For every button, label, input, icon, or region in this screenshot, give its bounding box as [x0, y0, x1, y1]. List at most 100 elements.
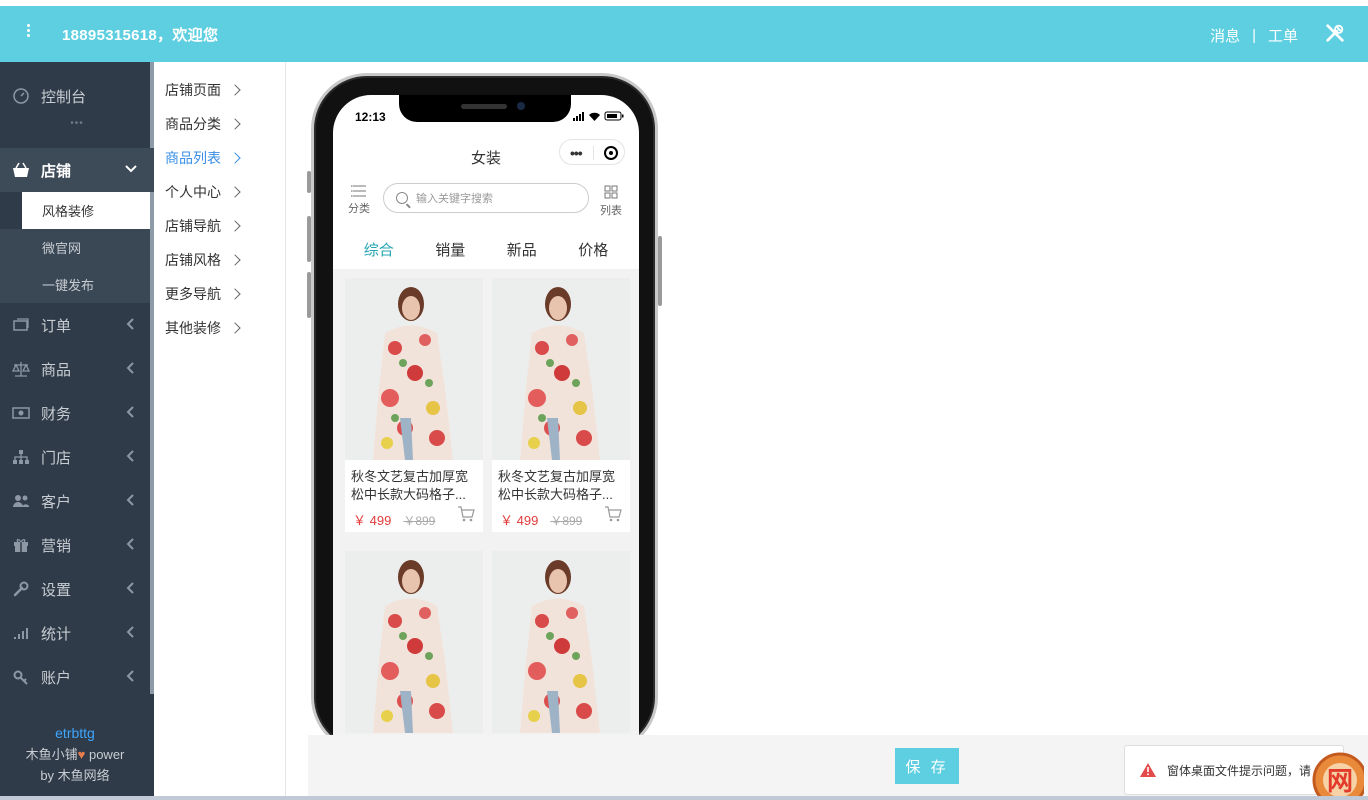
product-image: [345, 551, 483, 733]
subnav-item-profile[interactable]: 个人中心: [154, 175, 285, 209]
search-input[interactable]: 输入关键字搜索: [383, 183, 589, 213]
subnav-item-other[interactable]: 其他装修: [154, 311, 285, 345]
product-old-price: ￥899: [550, 514, 583, 528]
dashboard-icon: [12, 87, 30, 105]
tab-new[interactable]: 新品: [507, 239, 537, 260]
sidebar-item-account[interactable]: 账户: [0, 655, 154, 699]
category-button[interactable]: 分类: [345, 185, 373, 216]
chevron-right-icon: [229, 186, 241, 198]
money-icon: [12, 404, 30, 422]
user-greeting: 18895315618，欢迎您: [62, 27, 219, 44]
mini-program-capsule[interactable]: •••: [559, 139, 625, 165]
phone-speaker: [461, 104, 507, 109]
product-card[interactable]: 秋冬文艺复古加厚宽松中长款大码格子... ￥ 499 ￥899: [345, 278, 483, 532]
chevron-left-icon: [126, 494, 134, 506]
sidebar-item-label: 设置: [41, 581, 72, 599]
decoration-subnav: 店铺页面 商品分类 商品列表 个人中心 店铺导航 店铺风格 更多导航 其他装修: [154, 62, 286, 800]
sidebar-subitem-microsite[interactable]: 微官网: [0, 229, 154, 266]
capsule-divider: [593, 146, 594, 160]
product-image: [492, 278, 630, 460]
phone-screen: 12:13 女装 ••• 分类 输入关键字搜索 列表 综合 销量 新品 价格 秋…: [333, 95, 639, 755]
sidebar-item-settings[interactable]: 设置: [0, 567, 154, 611]
status-time: 12:13: [355, 110, 386, 124]
chevron-down-icon: [125, 165, 137, 173]
sidebar-item-stores[interactable]: 门店: [0, 435, 154, 479]
chevron-right-icon: [229, 84, 241, 96]
subnav-label: 商品列表: [165, 150, 221, 166]
sidebar-item-customers[interactable]: 客户: [0, 479, 154, 523]
list-label: 列表: [600, 205, 622, 217]
product-price: ￥ 499: [500, 513, 539, 528]
product-name: 秋冬文艺复古加厚宽松中长款大码格子...: [498, 469, 616, 502]
subnav-item-store-page[interactable]: 店铺页面: [154, 73, 285, 107]
subnav-label: 店铺导航: [165, 218, 221, 234]
more-dots-icon[interactable]: •••: [570, 145, 583, 161]
tools-icon[interactable]: [1324, 22, 1346, 44]
footer-power-line: 木鱼小铺♥ power: [0, 744, 150, 765]
sidebar-item-store[interactable]: 店铺: [0, 148, 154, 192]
store-icon: [12, 161, 30, 179]
subnav-label: 更多导航: [165, 286, 221, 302]
product-price-row: ￥ 499 ￥899: [345, 504, 483, 532]
subnav-item-product-list[interactable]: 商品列表: [154, 141, 285, 175]
toast-text: 窗体桌面文件提示问题，请: [1167, 763, 1312, 778]
save-button[interactable]: 保 存: [895, 748, 959, 784]
warning-icon: [1140, 763, 1156, 777]
cart-icon[interactable]: [604, 506, 622, 522]
phone-volume-up-button: [307, 216, 311, 262]
order-icon: [12, 316, 30, 334]
sidebar-item-stats[interactable]: 统计: [0, 611, 154, 655]
sidebar-item-label: 门店: [41, 449, 72, 467]
gift-icon: [12, 536, 30, 554]
status-icons: [573, 111, 624, 121]
tab-sales[interactable]: 销量: [435, 239, 465, 260]
sidebar-item-dashboard[interactable]: 控制台: [0, 74, 154, 118]
product-card[interactable]: [492, 551, 630, 733]
subnav-item-category[interactable]: 商品分类: [154, 107, 285, 141]
messages-link[interactable]: 消息: [1210, 25, 1240, 46]
chevron-left-icon: [126, 538, 134, 550]
sidebar-item-finance[interactable]: 财务: [0, 391, 154, 435]
scale-icon: [12, 360, 30, 378]
sidebar-item-marketing[interactable]: 营销: [0, 523, 154, 567]
sidebar-subitem-publish[interactable]: 一键发布: [0, 266, 154, 303]
tickets-link[interactable]: 工单: [1268, 25, 1298, 46]
top-header: 18895315618，欢迎您 消息 | 工单: [0, 6, 1368, 62]
product-old-price: ￥899: [403, 514, 436, 528]
list-view-button[interactable]: 列表: [597, 185, 625, 218]
search-placeholder: 输入关键字搜索: [416, 193, 493, 205]
subnav-item-store-nav[interactable]: 店铺导航: [154, 209, 285, 243]
subnav-item-store-style[interactable]: 店铺风格: [154, 243, 285, 277]
chevron-left-icon: [126, 406, 134, 418]
product-grid: 秋冬文艺复古加厚宽松中长款大码格子... ￥ 499 ￥899 秋冬文艺复古加厚…: [333, 269, 639, 755]
product-price: ￥ 499: [353, 513, 392, 528]
chevron-right-icon: [229, 254, 241, 266]
sidebar-item-label: 统计: [41, 625, 72, 643]
product-image: [345, 278, 483, 460]
more-vertical-icon[interactable]: [18, 22, 38, 46]
sidebar-item-label: 财务: [41, 405, 72, 423]
sidebar-subitem-style[interactable]: 风格装修: [22, 192, 150, 229]
sidebar-item-label: 商品: [41, 361, 72, 379]
product-card[interactable]: 秋冬文艺复古加厚宽松中长款大码格子... ￥ 499 ￥899: [492, 278, 630, 532]
chevron-left-icon: [126, 626, 134, 638]
key-icon: [12, 668, 30, 686]
watermark-logo: 网: [1312, 752, 1364, 800]
subnav-item-more-nav[interactable]: 更多导航: [154, 277, 285, 311]
sidebar-item-orders[interactable]: 订单: [0, 303, 154, 347]
tab-price[interactable]: 价格: [578, 239, 608, 260]
chevron-right-icon: [229, 118, 241, 130]
chevron-left-icon: [126, 450, 134, 462]
footer-brand[interactable]: etrbttg: [0, 723, 150, 744]
tab-overall[interactable]: 综合: [364, 239, 394, 260]
cart-icon[interactable]: [457, 506, 475, 522]
chevron-left-icon: [126, 318, 134, 330]
chevron-right-icon: [229, 152, 241, 164]
footer-by-line: by 木鱼网络: [40, 768, 110, 783]
product-card[interactable]: [345, 551, 483, 733]
chevron-right-icon: [229, 322, 241, 334]
close-target-icon[interactable]: [604, 146, 618, 160]
sidebar-item-label: 控制台: [41, 88, 87, 106]
bar-signal-icon: [12, 624, 30, 642]
sidebar-item-goods[interactable]: 商品: [0, 347, 154, 391]
